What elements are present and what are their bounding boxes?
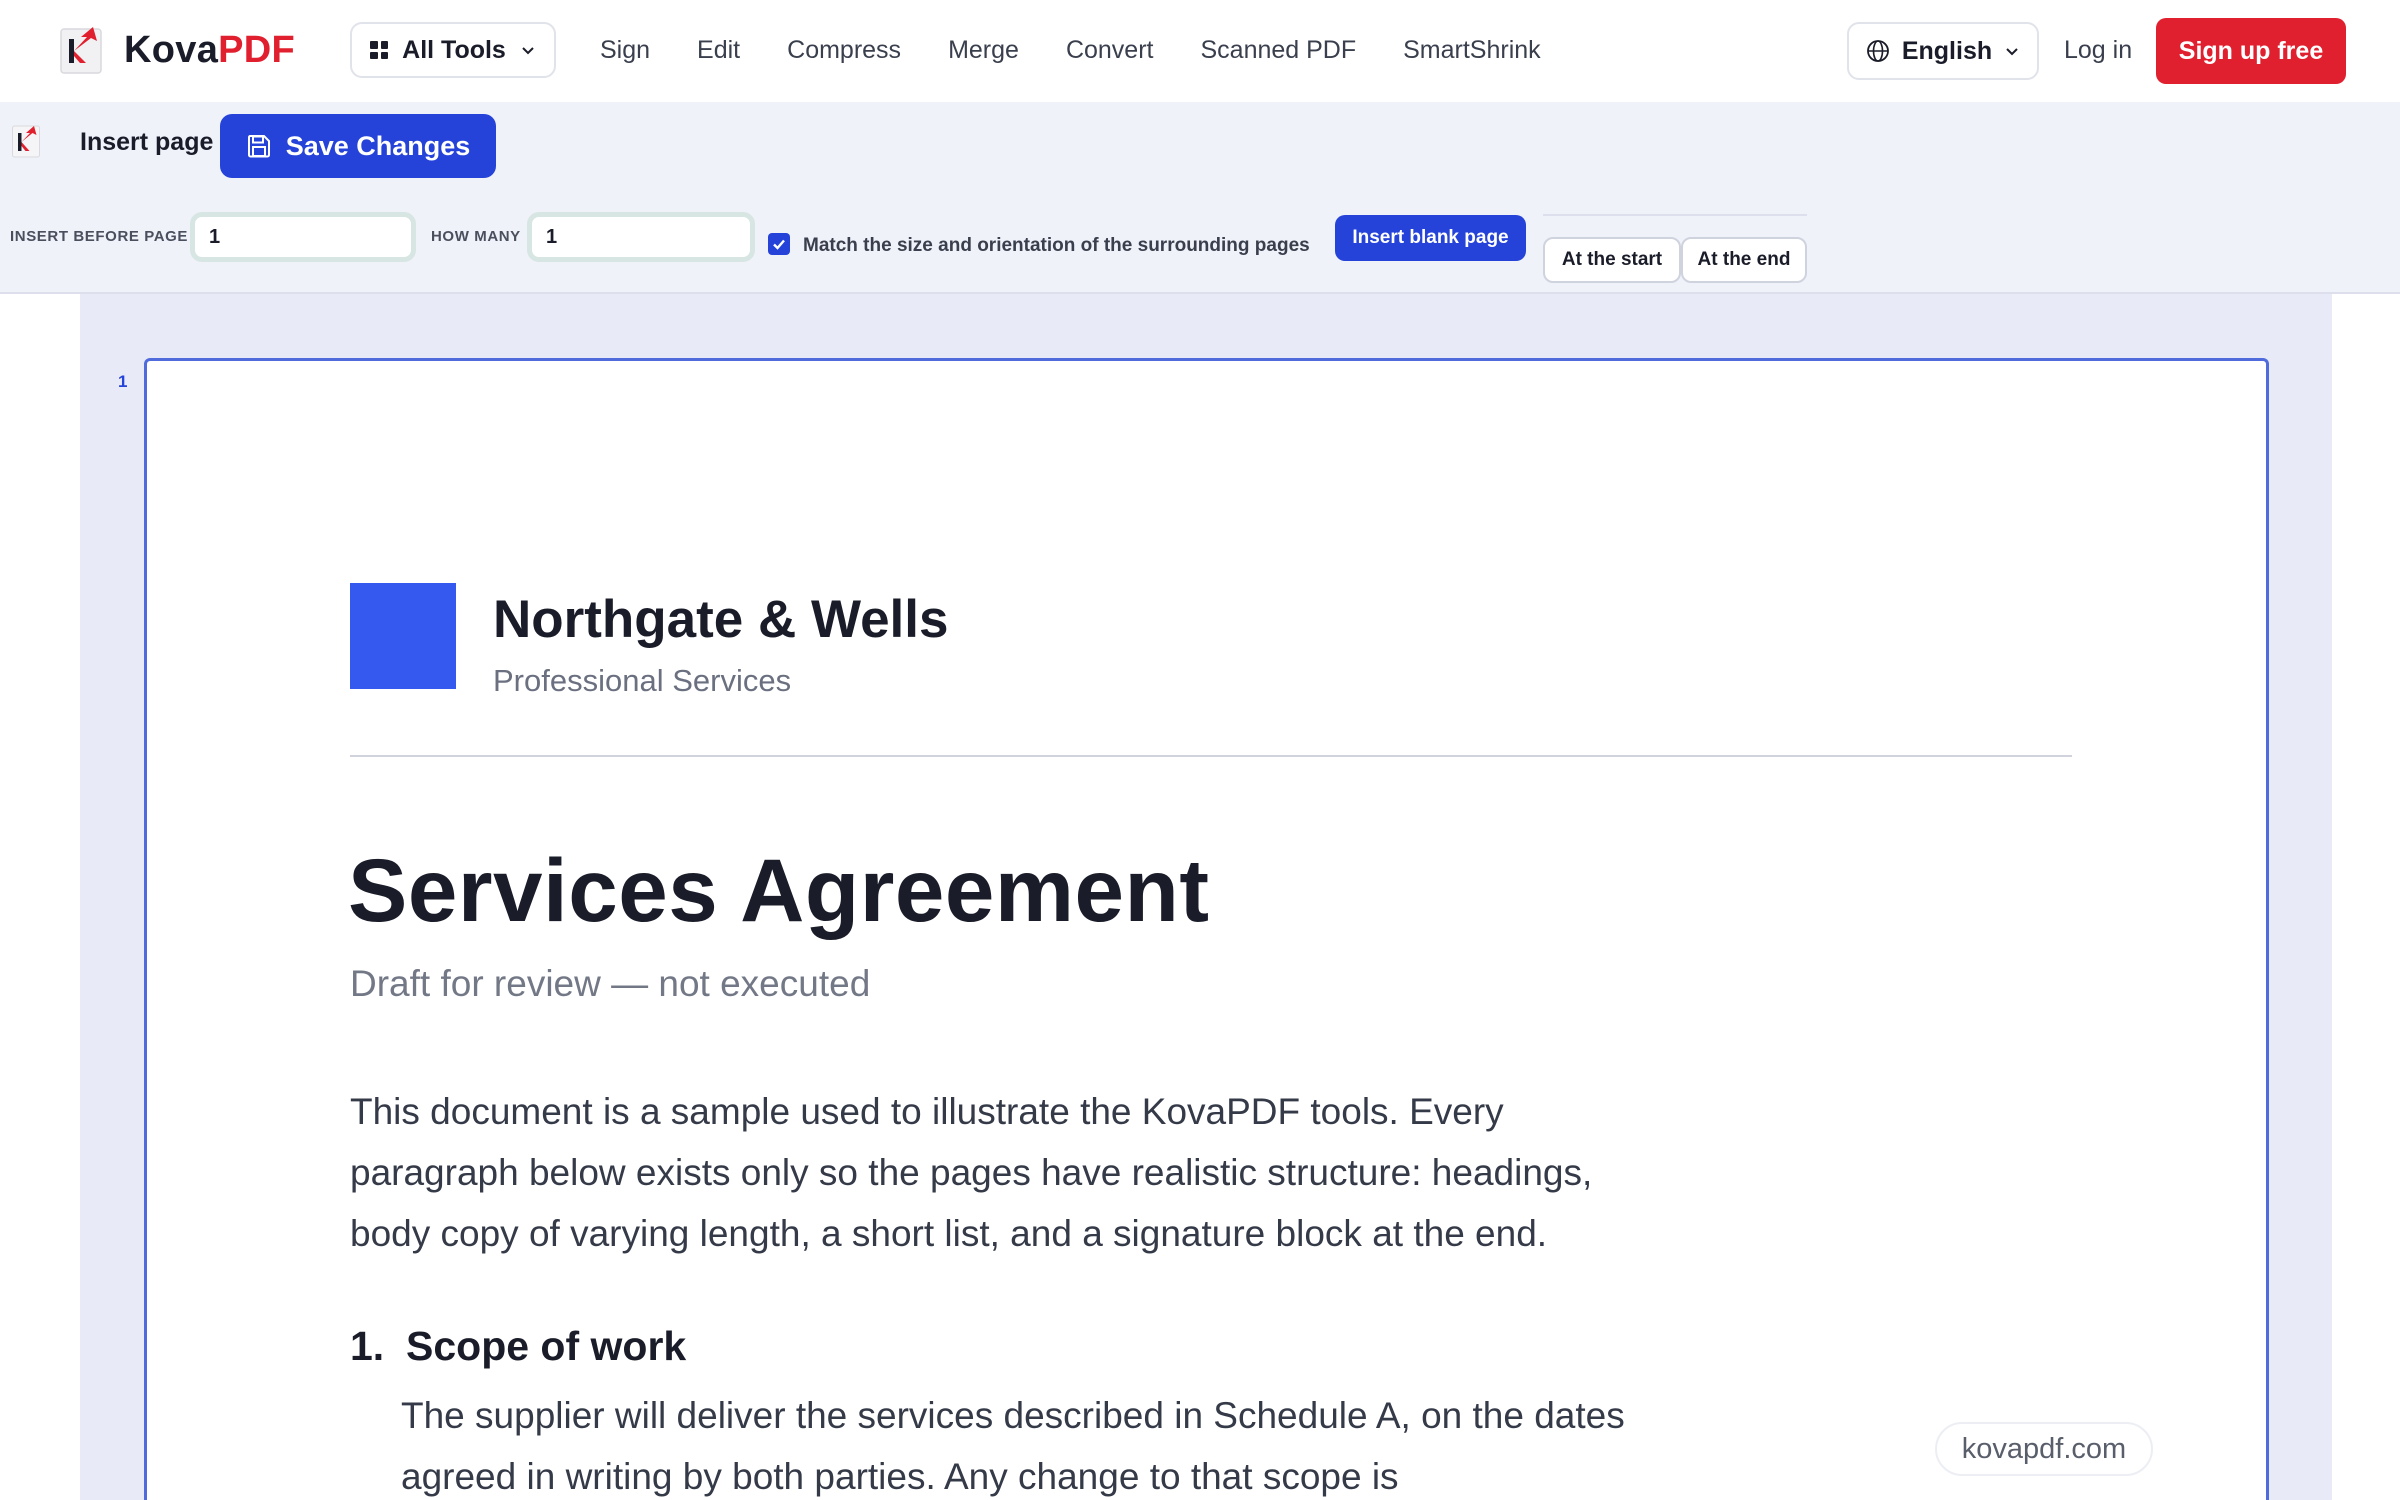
match-size-checkbox[interactable] (768, 233, 790, 255)
globe-icon (1866, 40, 1889, 62)
how-many-label: HOW MANY (431, 228, 521, 245)
insert-before-label: INSERT BEFORE PAGE (10, 228, 189, 245)
signup-button[interactable]: Sign up free (2156, 18, 2346, 84)
company-tagline: Professional Services (493, 663, 792, 698)
intro-paragraph: This document is a sample used to illust… (350, 1091, 1593, 1254)
brand-name: KovaPDF (124, 29, 295, 72)
brand-name-part2: PDF (218, 28, 296, 71)
insert-page-toolbar: Insert page Save Changes INSERT BEFORE P… (0, 102, 2400, 294)
at-the-start-button[interactable]: At the start (1543, 237, 1681, 283)
nav-link-compress[interactable]: Compress (787, 30, 901, 70)
all-tools-dropdown[interactable]: All Tools (350, 22, 556, 78)
kovapdf-logo-icon (60, 27, 102, 74)
section-number: 1. (350, 1323, 385, 1369)
all-tools-label: All Tools (402, 35, 506, 64)
kovapdf-logo-icon (12, 125, 40, 158)
watermark-badge: kovapdf.com (1935, 1422, 2153, 1476)
nav-link-sign[interactable]: Sign (600, 30, 650, 70)
grid-icon (370, 41, 389, 59)
document-subtitle: Draft for review — not executed (350, 963, 871, 1004)
pdf-page-thumbnail[interactable]: Northgate & Wells Professional Services … (144, 358, 2269, 1500)
page-content: Northgate & Wells Professional Services … (147, 361, 2266, 1500)
page-number: 1 (118, 372, 128, 391)
how-many-input[interactable] (527, 212, 755, 262)
company-name: Northgate & Wells (493, 590, 949, 649)
tool-title: Insert page (80, 128, 214, 156)
save-icon (247, 135, 270, 158)
insert-blank-page-button[interactable]: Insert blank page (1335, 215, 1526, 261)
login-link[interactable]: Log in (2064, 30, 2132, 70)
section-body: The supplier will deliver the services d… (401, 1395, 1625, 1497)
top-navigation: KovaPDF All Tools Sign Edit Compress Mer… (0, 0, 2400, 102)
nav-link-smartshrink[interactable]: SmartShrink (1403, 30, 1541, 70)
nav-link-convert[interactable]: Convert (1066, 30, 1154, 70)
divider (1543, 214, 1807, 216)
document-title: Services Agreement (348, 840, 1210, 940)
chevron-down-icon (522, 47, 534, 55)
insert-before-page-input[interactable] (190, 212, 416, 262)
brand[interactable]: KovaPDF (60, 25, 295, 75)
section-title: Scope of work (406, 1323, 687, 1369)
brand-name-part1: Kova (124, 28, 219, 71)
language-selector[interactable]: English (1847, 22, 2039, 80)
match-size-label[interactable]: Match the size and orientation of the su… (803, 235, 1310, 257)
nav-link-merge[interactable]: Merge (948, 30, 1019, 70)
language-label: English (1901, 36, 1993, 65)
header-divider (350, 755, 2072, 757)
section-heading: 1. Scope of work (350, 1323, 686, 1370)
nav-link-edit[interactable]: Edit (697, 30, 740, 70)
chevron-down-icon (2006, 48, 2018, 56)
nav-links: Sign Edit Compress Merge Convert Scanned… (600, 30, 1588, 70)
at-the-end-button[interactable]: At the end (1681, 237, 1807, 283)
save-changes-button[interactable]: Save Changes (220, 114, 496, 178)
company-logo-square (350, 583, 456, 689)
checkmark-icon (773, 239, 785, 250)
save-changes-label: Save Changes (285, 130, 471, 161)
nav-link-scanned-pdf[interactable]: Scanned PDF (1200, 30, 1356, 70)
